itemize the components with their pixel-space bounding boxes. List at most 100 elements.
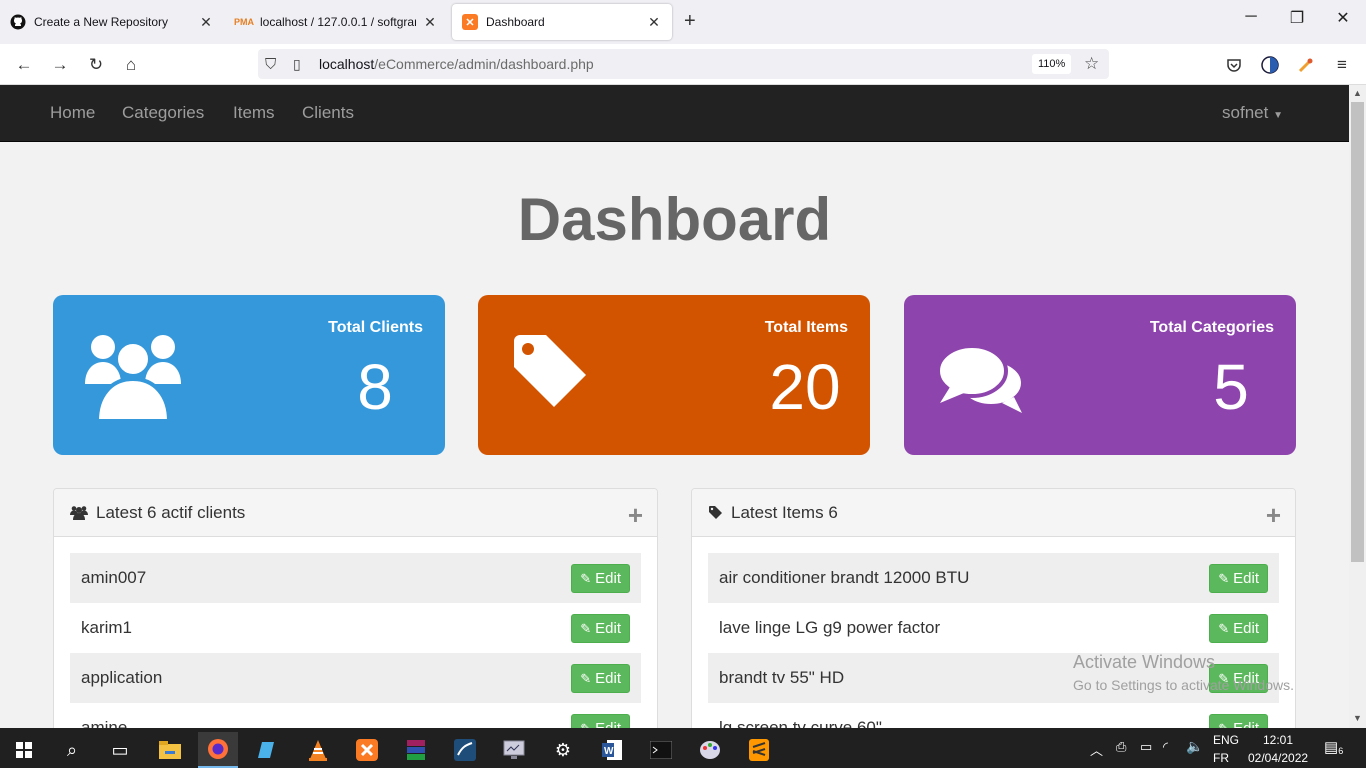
clock-date: 02/04/2022 (1248, 751, 1309, 765)
edit-label: Edit (595, 720, 621, 728)
page-scrollbar[interactable]: ▲ ▼ (1349, 85, 1366, 728)
mysql-workbench-icon[interactable] (445, 732, 485, 768)
edit-button[interactable]: ✎Edit (571, 614, 630, 643)
zoom-indicator[interactable]: 110% (1032, 54, 1072, 74)
file-explorer-icon[interactable] (150, 732, 190, 768)
bookmark-star-icon[interactable]: ☆ (1084, 54, 1099, 74)
item-name: brandt tv 55" HD (719, 668, 845, 687)
user-name: sofnet (1222, 103, 1269, 122)
battery-icon[interactable]: ▭ (1140, 739, 1152, 755)
edit-label: Edit (595, 620, 621, 637)
menu-icon[interactable]: ≡ (1330, 53, 1354, 77)
nav-home[interactable]: Home (50, 103, 95, 123)
paint-icon[interactable] (690, 732, 730, 768)
edit-icon: ✎ (580, 670, 592, 686)
stat-label: Total Categories (1149, 319, 1274, 336)
list-item: amin007 ✎ Edit (70, 553, 641, 603)
edit-button[interactable]: ✎Edit (571, 564, 630, 593)
vlc-icon[interactable] (298, 732, 338, 768)
extension-icon[interactable] (1294, 53, 1318, 77)
user-dropdown[interactable]: sofnet ▼ (1222, 103, 1283, 123)
search-icon[interactable]: ⌕ (52, 732, 92, 768)
edit-button[interactable]: ✎Edit (1209, 714, 1268, 728)
watermark-subtitle: Go to Settings to activate Windows. (1073, 677, 1294, 693)
item-name: lave linge LG g9 power factor (719, 618, 941, 637)
toggle-panel-button[interactable]: + (1266, 500, 1281, 531)
page-viewport: Home Categories Items Clients sofnet ▼ D… (0, 85, 1349, 728)
scrollbar-thumb[interactable] (1351, 102, 1364, 562)
notification-center-icon[interactable]: ▤6 (1324, 738, 1343, 756)
back-button[interactable]: ← (12, 53, 36, 77)
task-view-icon[interactable]: ▭ (100, 732, 140, 768)
nav-categories[interactable]: Categories (122, 103, 204, 123)
browser-tab-bar: Create a New Repository ✕ PMA localhost … (0, 0, 1366, 44)
tab-phpmyadmin[interactable]: PMA localhost / 127.0.0.1 / softgram ✕ (226, 4, 448, 40)
toggle-panel-button[interactable]: + (628, 500, 643, 531)
tab-title: Create a New Repository (34, 15, 169, 29)
minimize-button[interactable]: ─ (1228, 8, 1274, 26)
edit-button[interactable]: ✎Edit (1209, 564, 1268, 593)
close-icon[interactable]: ✕ (198, 14, 214, 31)
phpmyadmin-icon: PMA (234, 17, 254, 27)
tray-chevron-icon[interactable]: ︿ (1090, 740, 1103, 759)
notepad-icon[interactable] (248, 732, 288, 768)
edit-button[interactable]: ✎Edit (1209, 614, 1268, 643)
stat-label: Total Clients (328, 319, 423, 336)
settings-gear-icon[interactable]: ⚙ (543, 732, 583, 768)
nav-items[interactable]: Items (233, 103, 275, 123)
list-item: amine ✎Edit (70, 703, 641, 728)
close-window-button[interactable]: ✕ (1320, 8, 1366, 28)
edit-button[interactable]: ✎Edit (571, 664, 630, 693)
forward-button[interactable]: → (48, 53, 72, 77)
url-path: /eCommerce/admin/dashboard.php (374, 56, 594, 72)
home-button[interactable]: ⌂ (119, 53, 143, 77)
tab-title: Dashboard (486, 15, 545, 29)
shield-icon[interactable]: ⛉ (265, 56, 276, 73)
firefox-icon[interactable] (198, 732, 238, 768)
page-icon: ▯ (293, 55, 301, 72)
caret-down-icon: ▼ (1273, 110, 1283, 121)
list-item: lg screen tv curve 60" ✎Edit (708, 703, 1279, 728)
scroll-down-icon[interactable]: ▼ (1349, 713, 1366, 723)
notification-count: 6 (1338, 746, 1344, 756)
meet-now-icon[interactable]: ⎙ (1116, 739, 1126, 755)
nav-clients[interactable]: Clients (302, 103, 354, 123)
users-icon (70, 505, 88, 520)
scroll-up-icon[interactable]: ▲ (1349, 88, 1366, 98)
terminal-icon[interactable] (641, 732, 681, 768)
xampp-icon[interactable] (347, 732, 387, 768)
client-name: amine (81, 718, 128, 728)
client-name: application (81, 668, 163, 687)
tab-dashboard[interactable]: ✕ Dashboard ✕ (452, 4, 672, 40)
edit-icon: ✎ (580, 570, 592, 586)
volume-icon[interactable]: 🔈 (1186, 738, 1203, 755)
reload-button[interactable]: ↻ (84, 53, 108, 77)
monitor-app-icon[interactable] (494, 732, 534, 768)
language-indicator[interactable]: ENG FR (1213, 733, 1239, 765)
item-name: lg screen tv curve 60" (719, 718, 882, 728)
edit-button[interactable]: ✎Edit (571, 714, 630, 728)
url-bar[interactable]: ⛉ ▯ localhost/eCommerce/admin/dashboard.… (258, 49, 1109, 79)
list-item: air conditioner brandt 12000 BTU ✎ Edit (708, 553, 1279, 603)
word-icon[interactable]: W (592, 732, 632, 768)
new-tab-button[interactable]: + (684, 10, 696, 33)
svg-text:W: W (604, 746, 614, 757)
account-icon[interactable] (1258, 53, 1282, 77)
stat-total-clients: Total Clients 8 (53, 295, 445, 455)
sublime-text-icon[interactable] (739, 732, 779, 768)
users-icon (83, 325, 183, 429)
clock[interactable]: 12:01 02/04/2022 (1248, 733, 1308, 765)
windows-taskbar: ⌕ ▭ ⚙ W ︿ ⎙ ▭ ◜ 🔈 ENG FR 12:01 02/04/202… (0, 728, 1366, 768)
restore-button[interactable]: ❐ (1274, 8, 1320, 28)
close-icon[interactable]: ✕ (646, 14, 662, 31)
tab-create-repository[interactable]: Create a New Repository ✕ (0, 4, 224, 40)
pocket-icon[interactable] (1222, 53, 1246, 77)
winrar-icon[interactable] (396, 732, 436, 768)
watermark-title: Activate Windows (1073, 652, 1216, 672)
stat-value: 8 (357, 351, 393, 423)
wifi-icon[interactable]: ◜ (1163, 739, 1168, 755)
windows-start-icon[interactable] (4, 732, 44, 768)
stat-value: 5 (1213, 351, 1249, 423)
close-icon[interactable]: ✕ (422, 14, 438, 31)
tag-icon (508, 325, 590, 416)
